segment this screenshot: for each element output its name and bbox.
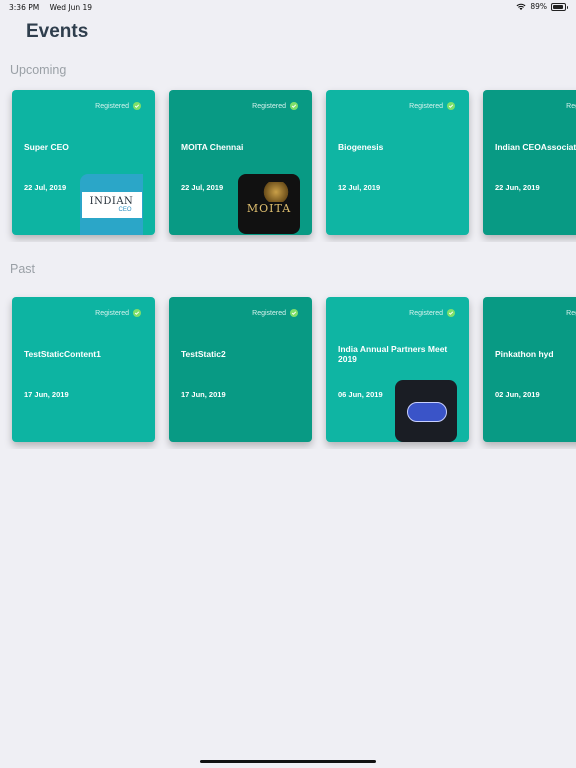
- registered-badge: Registered: [252, 102, 298, 110]
- upcoming-carousel[interactable]: Registered Super CEO 22 Jul, 2019 INDIAN…: [0, 82, 576, 242]
- status-bar: 3:36 PM Wed Jun 19 89%: [0, 0, 576, 14]
- event-title: TestStatic2: [181, 349, 226, 359]
- battery-icon: [551, 2, 568, 11]
- event-date: 22 Jun, 2019: [495, 183, 540, 192]
- event-title: MOITA Chennai: [181, 142, 244, 152]
- status-time: 3:36 PM: [9, 3, 40, 12]
- check-icon: [290, 309, 298, 317]
- partners-meet-logo: [395, 380, 457, 442]
- check-icon: [290, 102, 298, 110]
- event-card[interactable]: Registered Indian CEOAssociation 22 Jun,…: [483, 90, 576, 235]
- moita-logo: MOITA: [238, 174, 300, 234]
- registered-badge: Registered: [409, 102, 455, 110]
- check-icon: [133, 102, 141, 110]
- event-date: 06 Jun, 2019: [338, 390, 383, 399]
- check-icon: [447, 309, 455, 317]
- battery-percent: 89%: [530, 2, 547, 11]
- event-card[interactable]: Registered Pinkathon hyd 02 Jun, 2019: [483, 297, 576, 442]
- event-card[interactable]: Registered MOITA Chennai 22 Jul, 2019 MO…: [169, 90, 312, 235]
- event-date: 17 Jun, 2019: [24, 390, 69, 399]
- section-past-title: Past: [10, 262, 36, 276]
- wifi-icon: [516, 3, 526, 10]
- section-upcoming-title: Upcoming: [10, 63, 67, 77]
- event-date: 22 Jul, 2019: [181, 183, 224, 192]
- home-indicator[interactable]: [200, 760, 376, 763]
- registered-badge: Registered: [566, 102, 576, 110]
- event-date: 12 Jul, 2019: [338, 183, 381, 192]
- registered-badge: Registered: [252, 309, 298, 317]
- registered-badge: Registered: [566, 309, 576, 317]
- check-icon: [133, 309, 141, 317]
- event-card[interactable]: Registered TestStatic2 17 Jun, 2019: [169, 297, 312, 442]
- registered-badge: Registered: [409, 309, 455, 317]
- event-date: 17 Jun, 2019: [181, 390, 226, 399]
- event-title: TestStaticContent1: [24, 349, 101, 359]
- page-title: Events: [26, 21, 89, 42]
- event-date: 22 Jul, 2019: [24, 183, 67, 192]
- check-icon: [447, 102, 455, 110]
- event-title: India Annual Partners Meet 2019: [338, 344, 448, 364]
- past-carousel[interactable]: Registered TestStaticContent1 17 Jun, 20…: [0, 289, 576, 449]
- status-date: Wed Jun 19: [49, 3, 93, 12]
- event-title: Biogenesis: [338, 142, 384, 152]
- indian-ceo-logo: INDIAN CEO: [80, 174, 143, 235]
- registered-badge: Registered: [95, 102, 141, 110]
- event-title: Pinkathon hyd: [495, 349, 554, 359]
- event-title: Indian CEOAssociation: [495, 142, 576, 152]
- registered-badge: Registered: [95, 309, 141, 317]
- event-title: Super CEO: [24, 142, 69, 152]
- event-card[interactable]: Registered Super CEO 22 Jul, 2019 INDIAN…: [12, 90, 155, 235]
- event-date: 02 Jun, 2019: [495, 390, 540, 399]
- event-card[interactable]: Registered Biogenesis 12 Jul, 2019: [326, 90, 469, 235]
- event-card[interactable]: Registered India Annual Partners Meet 20…: [326, 297, 469, 442]
- event-card[interactable]: Registered TestStaticContent1 17 Jun, 20…: [12, 297, 155, 442]
